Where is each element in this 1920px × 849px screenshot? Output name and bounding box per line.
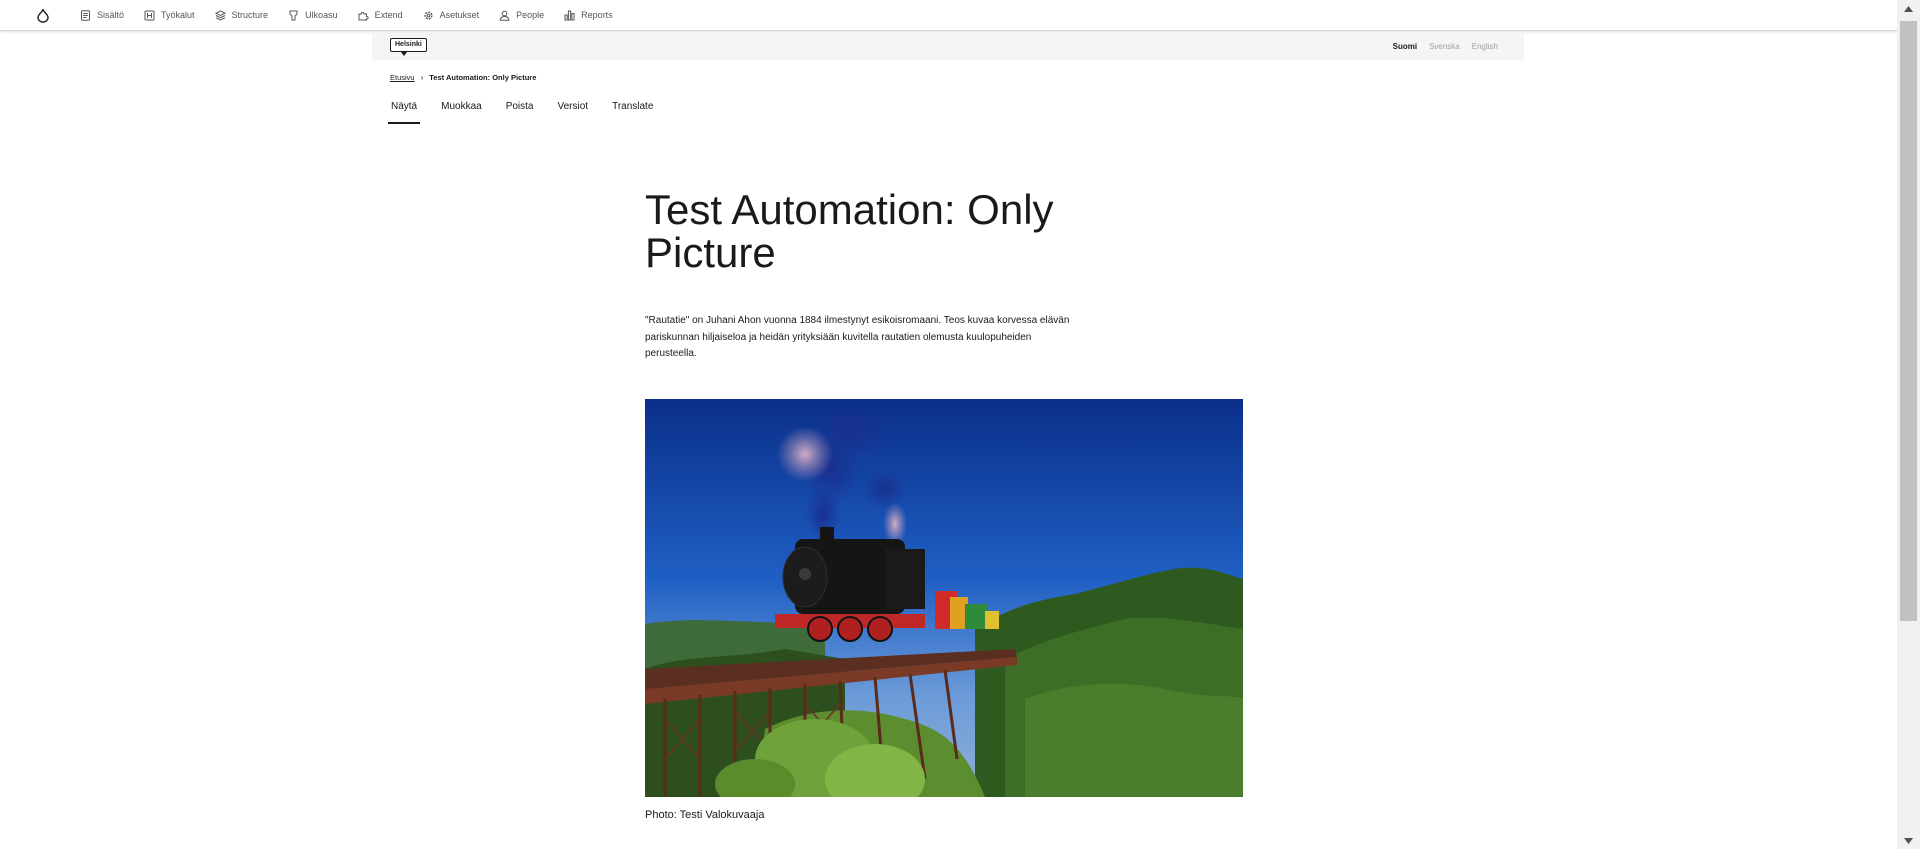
toolbar-item-label: Reports: [581, 10, 613, 20]
puzzle-icon: [358, 11, 369, 20]
bar-chart-icon: [564, 10, 575, 20]
toolbar-menu: Sisältö Työkalut Structure Ulkoasu Exten…: [70, 0, 623, 31]
site-logo[interactable]: Helsinki: [390, 38, 427, 56]
admin-toolbar: Sisältö Työkalut Structure Ulkoasu Exten…: [0, 0, 1897, 31]
person-icon: [499, 10, 510, 21]
toolbar-item-label: Asetukset: [439, 10, 480, 20]
scroll-up-arrow-icon[interactable]: [1897, 0, 1920, 17]
toolbar-item-reports[interactable]: Reports: [554, 0, 623, 31]
lead-paragraph: "Rautatie" on Juhani Ahon vuonna 1884 il…: [645, 315, 1070, 359]
language-link-svenska[interactable]: Svenska: [1429, 42, 1460, 51]
site-header: Helsinki Suomi Svenska English: [372, 33, 1524, 60]
toolbar-item-label: People: [516, 10, 545, 20]
toolbar-item-sisalto[interactable]: Sisältö: [70, 0, 134, 31]
scroll-down-arrow-icon[interactable]: [1897, 832, 1920, 849]
toolbar-item-asetukset[interactable]: Asetukset: [413, 0, 490, 31]
language-link-suomi[interactable]: Suomi: [1393, 42, 1417, 51]
toolbar-item-people[interactable]: People: [489, 0, 554, 31]
file-text-icon: [81, 9, 90, 21]
toolbar-item-label: Ulkoasu: [305, 10, 338, 20]
toolbar-item-label: Sisältö: [97, 10, 125, 20]
page-scrollbar[interactable]: [1897, 0, 1920, 849]
toolbar-item-label: Työkalut: [161, 10, 195, 20]
local-tasks-tabs: Näytä Muokkaa Poista Versiot Translate: [388, 96, 674, 124]
toolbar-item-structure[interactable]: Structure: [205, 0, 279, 31]
tab-poista[interactable]: Poista: [503, 96, 537, 124]
page-title: Test Automation: Only Picture: [645, 186, 1054, 276]
gear-icon: [424, 10, 433, 20]
breadcrumb-home-link[interactable]: Etusivu: [390, 73, 415, 82]
toolbar-item-label: Structure: [231, 10, 269, 20]
tools-icon: [144, 10, 155, 20]
tab-nayta[interactable]: Näytä: [388, 96, 421, 124]
tab-translate[interactable]: Translate: [609, 96, 656, 124]
toolbar-item-tyokalut[interactable]: Työkalut: [134, 0, 205, 31]
toolbar-item-ulkoasu[interactable]: Ulkoasu: [278, 0, 348, 31]
image-caption: Photo: Testi Valokuvaaja: [645, 809, 765, 821]
language-switcher: Suomi Svenska English: [1381, 33, 1498, 60]
toolbar-item-label: Extend: [374, 10, 403, 20]
train-photo: [645, 399, 1243, 797]
scrollbar-thumb[interactable]: [1900, 21, 1917, 621]
tab-muokkaa[interactable]: Muokkaa: [438, 96, 485, 124]
brush-icon: [289, 10, 298, 20]
breadcrumb-current: Test Automation: Only Picture: [429, 73, 537, 82]
breadcrumb: Etusivu › Test Automation: Only Picture: [390, 73, 536, 82]
chevron-right-icon: ›: [420, 73, 424, 82]
tab-versiot[interactable]: Versiot: [555, 96, 592, 124]
drupal-logo-icon[interactable]: [30, 2, 56, 28]
toolbar-item-extend[interactable]: Extend: [348, 0, 413, 31]
structure-icon: [214, 9, 226, 21]
language-link-english[interactable]: English: [1472, 42, 1498, 51]
